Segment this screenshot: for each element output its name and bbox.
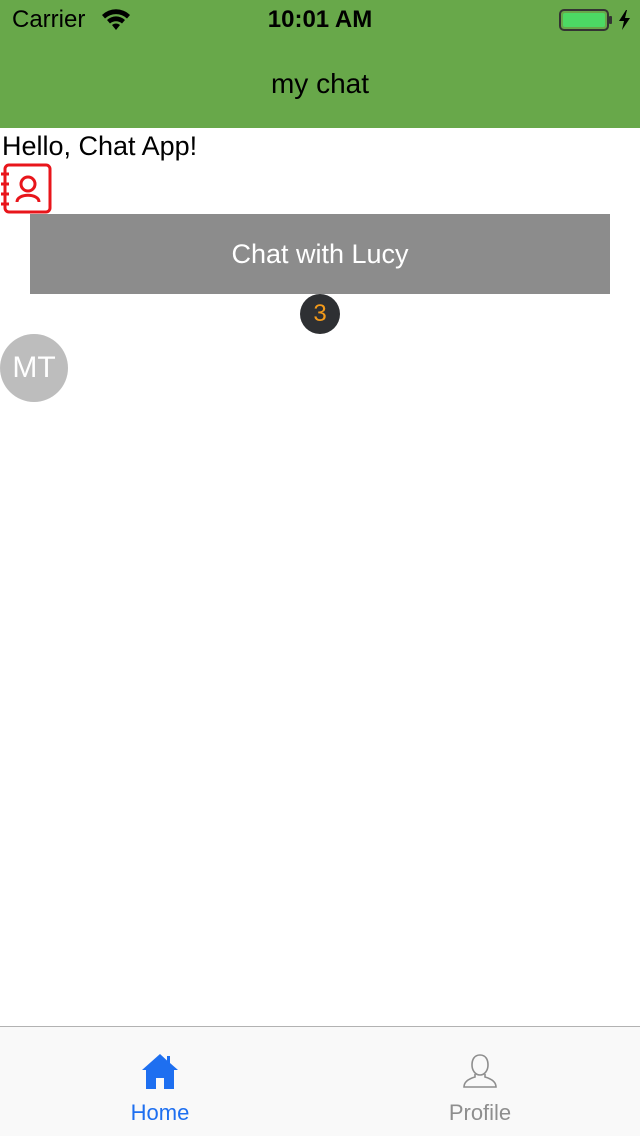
chat-with-lucy-button[interactable]: Chat with Lucy — [30, 214, 610, 294]
tab-home-label: Home — [130, 1100, 190, 1125]
home-icon — [142, 1054, 178, 1089]
greeting-text: Hello, Chat App! — [2, 131, 198, 161]
unread-count-badge: 3 — [300, 294, 340, 334]
status-time: 10:01 AM — [267, 6, 373, 33]
battery-charging-icon — [559, 9, 630, 31]
app-screen: Carrier 10:01 AM my chat Hello, Chat App… — [0, 0, 640, 1136]
tab-profile-label: Profile — [448, 1100, 512, 1125]
page-title: my chat — [270, 68, 370, 99]
header: Carrier 10:01 AM my chat — [0, 0, 640, 128]
contacts-book-icon[interactable] — [0, 162, 54, 216]
status-bar: Carrier 10:01 AM — [0, 0, 640, 40]
tab-bar: Home Profile — [0, 1026, 640, 1136]
tab-home[interactable]: Home — [0, 1027, 320, 1136]
user-icon — [463, 1054, 497, 1088]
avatar[interactable]: MT — [0, 334, 68, 402]
tab-profile[interactable]: Profile — [320, 1027, 640, 1136]
